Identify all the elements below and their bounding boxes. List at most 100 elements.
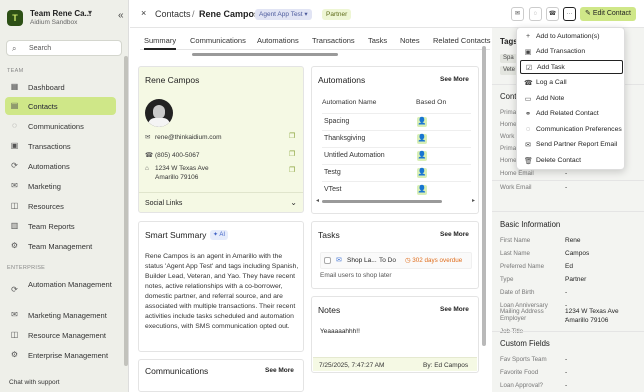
contact-based-icon: 👤 xyxy=(417,134,427,144)
field-value: - xyxy=(565,170,568,177)
automations-scrollbar[interactable] xyxy=(322,200,442,203)
sidebar-item-automation-management[interactable]: ⟳ Automation Management xyxy=(5,278,116,302)
search-input[interactable]: ⌕ Search xyxy=(6,40,122,56)
menu-item-add-transaction[interactable]: ▣ Add Transaction xyxy=(520,45,623,59)
automations-card: Automations See More Automation Name Bas… xyxy=(311,66,479,214)
email-icon[interactable]: ✉ xyxy=(511,7,524,21)
field-label: Prima xyxy=(500,145,517,152)
email-row: ✉ rene@thinkaidium.com xyxy=(145,133,222,141)
table-row[interactable]: Thanksgiving 👤 xyxy=(322,130,471,146)
collapse-sidebar-icon[interactable]: « xyxy=(118,10,124,21)
task-item[interactable]: ✉ Shop La... To Do ◷ 302 days overdue xyxy=(320,252,472,269)
chat-support-link[interactable]: Chat with support xyxy=(9,379,60,386)
copy-icon[interactable]: ❐ xyxy=(289,150,295,158)
sidebar-item-label: Resources xyxy=(28,202,64,211)
phone-row: ☎ (805) 400-5067 xyxy=(145,151,199,159)
contacts-icon: ▤ xyxy=(10,101,19,110)
sidebar-item-marketing[interactable]: ✉ Marketing xyxy=(5,177,116,195)
menu-item-communication-preferences[interactable]: ◌ Communication Preferences xyxy=(520,123,623,137)
edit-contact-button[interactable]: ✎ Edit Contact xyxy=(580,7,636,21)
field-label: Loan Anniversary xyxy=(500,302,548,309)
note-footer: 7/25/2025, 7:47:27 AM By: Ed Campos xyxy=(313,357,477,371)
tab-tasks[interactable]: Tasks xyxy=(368,36,387,45)
sidebar-item-label: Automations xyxy=(28,162,70,171)
sidebar-scrollbar[interactable] xyxy=(124,56,128,366)
see-more-button[interactable]: See More xyxy=(265,367,294,374)
message-icon[interactable]: ◌ xyxy=(529,7,542,21)
tab-notes[interactable]: Notes xyxy=(400,36,420,45)
address-icon: ⌂ xyxy=(145,165,149,172)
ai-badge: ✦ AI xyxy=(210,230,229,240)
copy-icon[interactable]: ❐ xyxy=(289,166,295,174)
menu-item-delete-contact[interactable]: 🗑 Delete Contact xyxy=(520,154,623,168)
phone-value[interactable]: (805) 400-5067 xyxy=(155,152,199,159)
sidebar-item-marketing-management[interactable]: ✉ Marketing Management xyxy=(5,306,116,324)
phone-icon[interactable]: ☎ xyxy=(546,7,559,21)
tab-related-contacts[interactable]: Related Contacts xyxy=(433,36,491,45)
sidebar-item-team-reports[interactable]: ▥ Team Reports xyxy=(5,217,116,235)
tabs-scrollbar[interactable] xyxy=(192,53,338,56)
tab-automations[interactable]: Automations xyxy=(257,36,299,45)
chevron-down-icon: ⌄ xyxy=(290,198,297,207)
scroll-left-icon[interactable]: ◂ xyxy=(316,197,319,204)
see-more-button[interactable]: See More xyxy=(440,231,469,238)
main-scrollbar[interactable] xyxy=(482,46,486,346)
social-links-toggle[interactable]: Social Links ⌄ xyxy=(139,192,303,213)
breadcrumb-contacts[interactable]: Contacts xyxy=(155,9,191,19)
menu-item-add-to-automation[interactable]: + Add to Automation(s) xyxy=(520,30,623,44)
trash-icon: 🗑 xyxy=(524,158,533,165)
table-row[interactable]: Spacing 👤 xyxy=(322,113,471,129)
field-value: Campos xyxy=(565,250,590,257)
marketing-icon: ✉ xyxy=(11,181,18,190)
table-row[interactable]: Testg 👤 xyxy=(322,164,471,180)
sidebar-item-resource-management[interactable]: ◫ Resource Management xyxy=(5,326,116,344)
menu-item-log-call[interactable]: ☎ Log a Call xyxy=(520,76,623,90)
sidebar-item-enterprise-management[interactable]: ⚙ Enterprise Management xyxy=(5,346,116,364)
automation-mgmt-icon: ⟳ xyxy=(11,285,18,294)
menu-item-add-task[interactable]: ☑ Add Task xyxy=(520,60,623,74)
sidebar-item-communications[interactable]: ◌ Communications xyxy=(5,117,116,135)
field-label: Work xyxy=(500,133,515,140)
more-actions-button[interactable]: ··· xyxy=(563,7,576,21)
task-checkbox[interactable] xyxy=(324,257,331,264)
copy-icon[interactable]: ❐ xyxy=(289,132,295,140)
sidebar-item-dashboard[interactable]: ▦ Dashboard xyxy=(5,78,116,96)
sidebar-item-label: Contacts xyxy=(28,102,58,111)
status-tag-label: Agent App Test xyxy=(259,11,303,18)
email-value[interactable]: rene@thinkaidium.com xyxy=(155,134,222,141)
automations-icon: ⟳ xyxy=(11,161,18,170)
profile-card: Rene Campos ✉ rene@thinkaidium.com ❐ ☎ (80… xyxy=(138,66,304,213)
sidebar: T Team Rene Ca... Aidium Sandbox ▾ « ⌕ S… xyxy=(0,0,129,392)
sidebar-item-label: Automation Management xyxy=(28,280,112,289)
communications-card: Communications See More xyxy=(138,359,304,392)
field-label: Preferred Name xyxy=(500,263,545,270)
table-row[interactable]: VTest 👤 xyxy=(322,181,471,197)
tab-transactions[interactable]: Transactions xyxy=(312,36,355,45)
automation-icon: + xyxy=(525,33,531,40)
table-row[interactable]: Untitled Automation 👤 xyxy=(322,147,471,163)
sidebar-item-transactions[interactable]: ▣ Transactions xyxy=(5,137,116,155)
menu-item-add-note[interactable]: ▭ Add Note xyxy=(520,92,623,106)
tab-communications[interactable]: Communications xyxy=(190,36,246,45)
task-icon: ☑ xyxy=(525,65,533,72)
sidebar-item-automations[interactable]: ⟳ Automations xyxy=(5,157,116,175)
sidebar-item-contacts[interactable]: ▤ Contacts xyxy=(5,97,116,115)
dashboard-icon: ▦ xyxy=(10,82,19,91)
tab-summary[interactable]: Summary xyxy=(144,36,177,50)
close-icon[interactable]: × xyxy=(141,8,146,18)
scroll-right-icon[interactable]: ▸ xyxy=(472,197,475,204)
sidebar-item-team-management[interactable]: ⚙ Team Management xyxy=(5,237,116,255)
see-more-button[interactable]: See More xyxy=(440,306,469,313)
sidebar-item-resources[interactable]: ◫ Resources xyxy=(5,197,116,215)
see-more-button[interactable]: See More xyxy=(440,76,469,83)
menu-item-send-partner-report[interactable]: ✉ Send Partner Report Email xyxy=(520,138,623,152)
status-tag[interactable]: Agent App Test ▾ xyxy=(255,9,312,20)
field-label: Date of Birth xyxy=(500,289,535,296)
communications-title: Communications xyxy=(145,366,209,376)
menu-item-add-related-contact[interactable]: ⚭ Add Related Contact xyxy=(520,107,623,121)
edit-contact-label: Edit Contact xyxy=(592,10,631,17)
column-header-name: Automation Name xyxy=(322,99,377,106)
workspace-logo: T xyxy=(7,10,23,26)
contact-based-icon: 👤 xyxy=(417,117,427,127)
workspace-switcher[interactable]: T Team Rene Ca... Aidium Sandbox ▾ « xyxy=(6,8,124,30)
